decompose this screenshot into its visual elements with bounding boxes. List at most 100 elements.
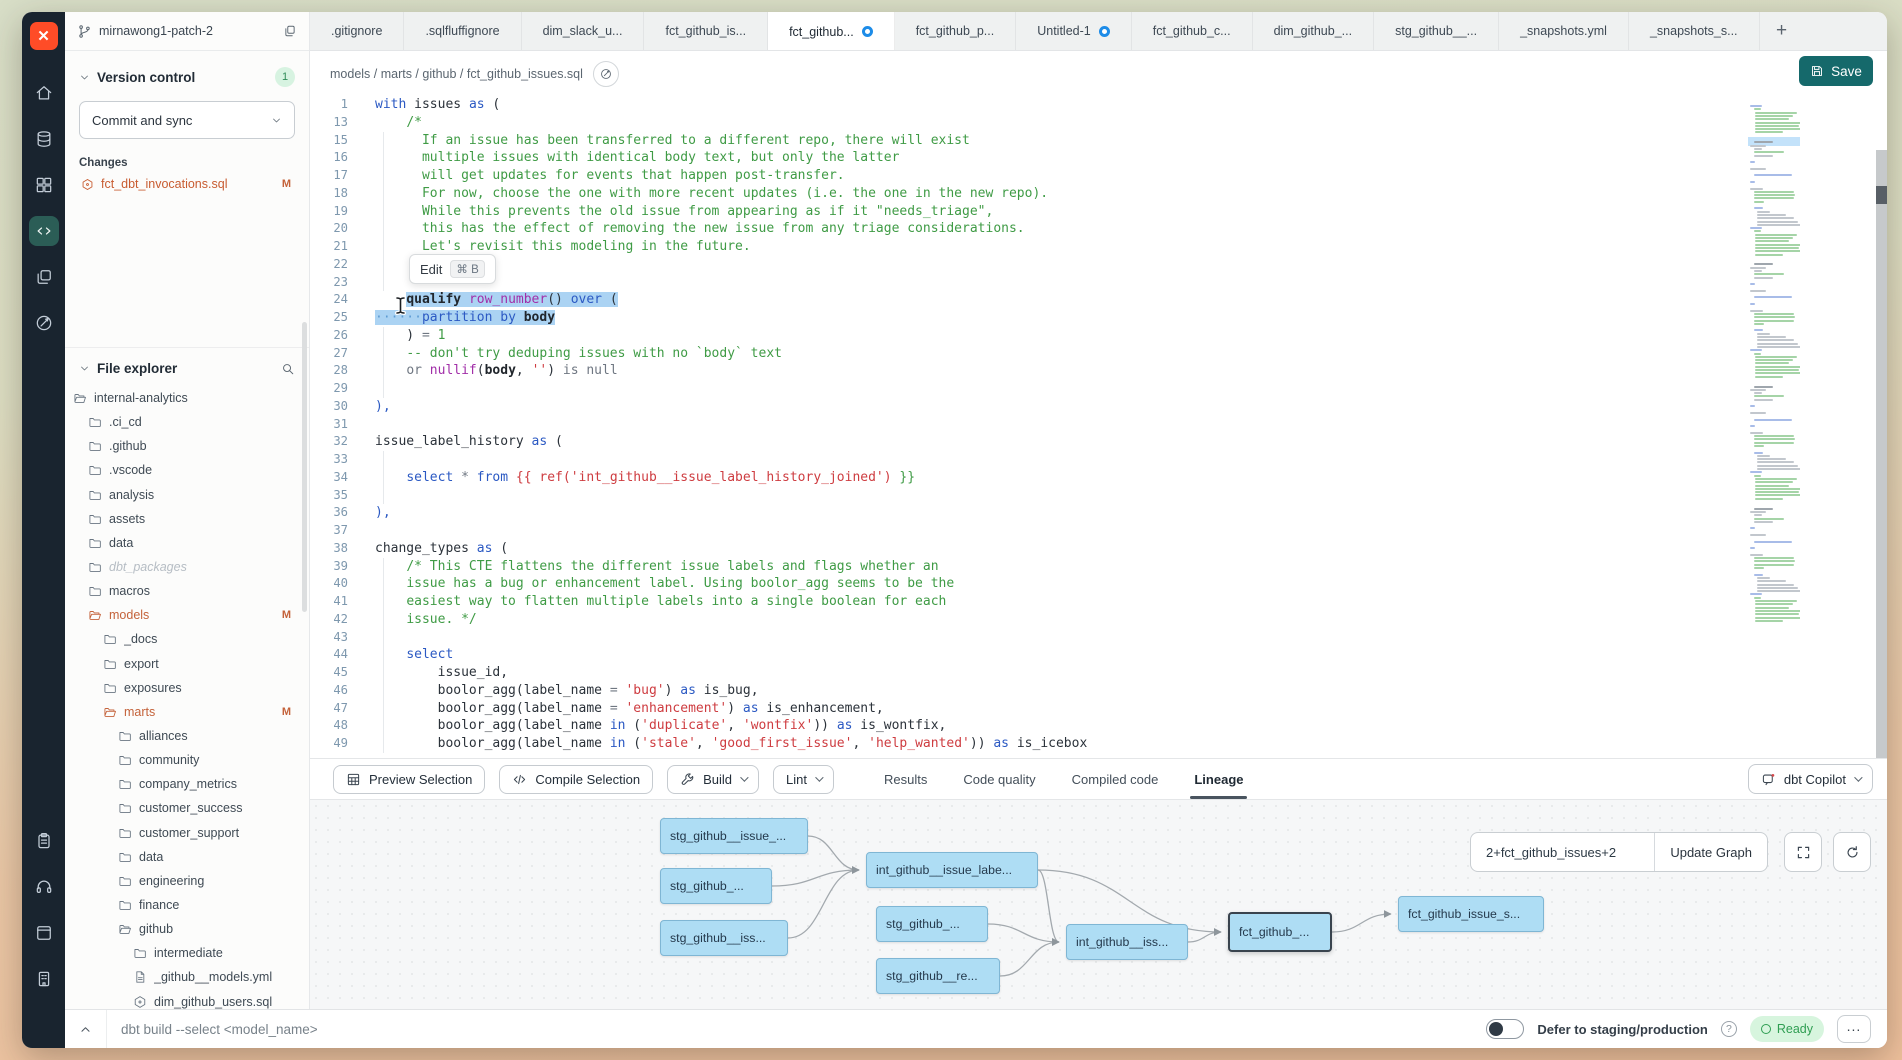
lineage-node[interactable]: fct_github_issue_s...: [1398, 896, 1544, 932]
code-line[interactable]: 25······partition by body: [310, 309, 1887, 327]
code-line[interactable]: 35: [310, 487, 1887, 505]
code-line[interactable]: 30),: [310, 398, 1887, 416]
code-lines[interactable]: 1with issues as (13 /*15 If an issue has…: [310, 96, 1887, 758]
windows-icon[interactable]: [29, 262, 59, 292]
lineage-node[interactable]: stg_github_...: [660, 868, 772, 904]
code-line[interactable]: 43: [310, 629, 1887, 647]
preview-selection-button[interactable]: Preview Selection: [333, 765, 485, 794]
more-options-button[interactable]: ...: [1837, 1015, 1871, 1043]
editor-tab[interactable]: fct_github_c...: [1132, 12, 1253, 50]
code-line[interactable]: 41 easiest way to flatten multiple label…: [310, 593, 1887, 611]
editor-tab[interactable]: stg_github__...: [1374, 12, 1499, 50]
lineage-selector-input[interactable]: 2+fct_github_issues+2: [1471, 845, 1654, 860]
lineage-node[interactable]: stg_github__iss...: [660, 920, 788, 956]
chevron-down-icon[interactable]: [79, 363, 90, 374]
lint-button[interactable]: Lint: [773, 765, 834, 794]
code-line[interactable]: 44 select: [310, 646, 1887, 664]
edit-tooltip[interactable]: Edit ⌘ B: [409, 254, 496, 284]
file-tree-item[interactable]: data: [65, 845, 309, 869]
command-input[interactable]: dbt build --select <model_name>: [121, 1022, 318, 1037]
code-line[interactable]: 27 -- don't try deduping issues with no …: [310, 345, 1887, 363]
code-line[interactable]: 48 boolor_agg(label_name in ('duplicate'…: [310, 717, 1887, 735]
file-tree-item[interactable]: _github__models.yml: [65, 965, 309, 989]
editor-tab[interactable]: Untitled-1: [1016, 12, 1132, 50]
help-icon[interactable]: ?: [1721, 1021, 1737, 1037]
editor-tab[interactable]: .sqlfluffignore: [404, 12, 521, 50]
code-line[interactable]: 31: [310, 416, 1887, 434]
file-tree-item[interactable]: github: [65, 917, 309, 941]
file-tree-scrollbar[interactable]: [302, 348, 307, 612]
file-tree-item[interactable]: intermediate: [65, 941, 309, 965]
branch-header[interactable]: mirnawong1-patch-2: [65, 12, 309, 51]
code-line[interactable]: 22: [310, 256, 1887, 274]
new-tab-button[interactable]: +: [1760, 12, 1804, 50]
result-tab-results[interactable]: Results: [884, 759, 927, 799]
file-tree-item[interactable]: exposures: [65, 676, 309, 700]
file-tree-item[interactable]: modelsM: [65, 603, 309, 627]
lineage-node[interactable]: stg_github__re...: [876, 958, 1000, 994]
build-button[interactable]: Build: [667, 765, 759, 794]
code-line[interactable]: 38change_types as (: [310, 540, 1887, 558]
file-tree-item[interactable]: customer_success: [65, 796, 309, 820]
code-line[interactable]: 39 /* This CTE flattens the different is…: [310, 558, 1887, 576]
editor-tab[interactable]: _snapshots.yml: [1499, 12, 1629, 50]
chevron-down-icon[interactable]: [79, 72, 90, 83]
file-tree-item[interactable]: dbt_packages: [65, 555, 309, 579]
explore-compass-icon[interactable]: [29, 308, 59, 338]
code-line[interactable]: 24 qualify row_number() over (: [310, 291, 1887, 309]
result-tab-code-quality[interactable]: Code quality: [963, 759, 1035, 799]
code-line[interactable]: 42 issue. */: [310, 611, 1887, 629]
copy-icon[interactable]: [283, 24, 297, 38]
code-line[interactable]: 18 For now, choose the one with more rec…: [310, 185, 1887, 203]
code-line[interactable]: 32issue_label_history as (: [310, 433, 1887, 451]
code-line[interactable]: 23: [310, 274, 1887, 292]
editor-tab[interactable]: dim_slack_u...: [522, 12, 645, 50]
commit-and-sync-button[interactable]: Commit and sync: [79, 101, 295, 139]
code-line[interactable]: 49 boolor_agg(label_name in ('stale', 'g…: [310, 735, 1887, 753]
code-line[interactable]: 47 boolor_agg(label_name = 'enhancement'…: [310, 700, 1887, 718]
file-tree-item[interactable]: analysis: [65, 483, 309, 507]
file-tree-item[interactable]: engineering: [65, 869, 309, 893]
file-tree-item[interactable]: macros: [65, 579, 309, 603]
code-line[interactable]: 21 Let's revisit this modeling in the fu…: [310, 238, 1887, 256]
open-in-explore-button[interactable]: [593, 61, 619, 87]
file-tree-item[interactable]: dim_github_users.sql: [65, 990, 309, 1009]
code-line[interactable]: 17 will get updates for events that happ…: [310, 167, 1887, 185]
file-tree-item[interactable]: internal-analytics: [65, 386, 309, 410]
changelog-icon[interactable]: [29, 826, 59, 856]
defer-toggle[interactable]: [1486, 1019, 1524, 1039]
file-tree-item[interactable]: .vscode: [65, 458, 309, 482]
file-tree-item[interactable]: company_metrics: [65, 772, 309, 796]
compile-selection-button[interactable]: Compile Selection: [499, 765, 653, 794]
lineage-node[interactable]: fct_github_...: [1228, 912, 1332, 952]
code-line[interactable]: 1with issues as (: [310, 96, 1887, 114]
file-tree-item[interactable]: _docs: [65, 627, 309, 651]
code-line[interactable]: 20 this has the effect of removing the n…: [310, 220, 1887, 238]
file-tree-item[interactable]: community: [65, 748, 309, 772]
file-tree-item[interactable]: finance: [65, 893, 309, 917]
file-tree-item[interactable]: assets: [65, 507, 309, 531]
save-button[interactable]: Save: [1799, 56, 1873, 86]
code-line[interactable]: 45 issue_id,: [310, 664, 1887, 682]
editor-scrollbar-thumb[interactable]: [1876, 186, 1887, 204]
code-line[interactable]: 34 select * from {{ ref('int_github__iss…: [310, 469, 1887, 487]
code-line[interactable]: 40 issue has a bug or enhancement label.…: [310, 575, 1887, 593]
result-tab-lineage[interactable]: Lineage: [1194, 759, 1243, 799]
minimap[interactable]: [1748, 103, 1800, 631]
code-line[interactable]: 19 While this prevents the old issue fro…: [310, 203, 1887, 221]
editor-tab[interactable]: _snapshots_s...: [1629, 12, 1760, 50]
file-tree-item[interactable]: alliances: [65, 724, 309, 748]
grid-icon[interactable]: [29, 170, 59, 200]
editor-scrollbar[interactable]: [1876, 150, 1887, 758]
code-line[interactable]: 16 multiple issues with identical body t…: [310, 149, 1887, 167]
code-line[interactable]: 13 /*: [310, 114, 1887, 132]
fullscreen-button[interactable]: [1784, 832, 1822, 872]
editor-tab[interactable]: fct_github_p...: [895, 12, 1017, 50]
lineage-node[interactable]: stg_github_...: [876, 906, 988, 942]
code-line[interactable]: 29: [310, 380, 1887, 398]
file-tree-item[interactable]: martsM: [65, 700, 309, 724]
code-line[interactable]: 15 If an issue has been transferred to a…: [310, 132, 1887, 150]
file-tree-item[interactable]: data: [65, 531, 309, 555]
database-icon[interactable]: [29, 124, 59, 154]
dbt-logo[interactable]: ✕: [30, 22, 58, 50]
